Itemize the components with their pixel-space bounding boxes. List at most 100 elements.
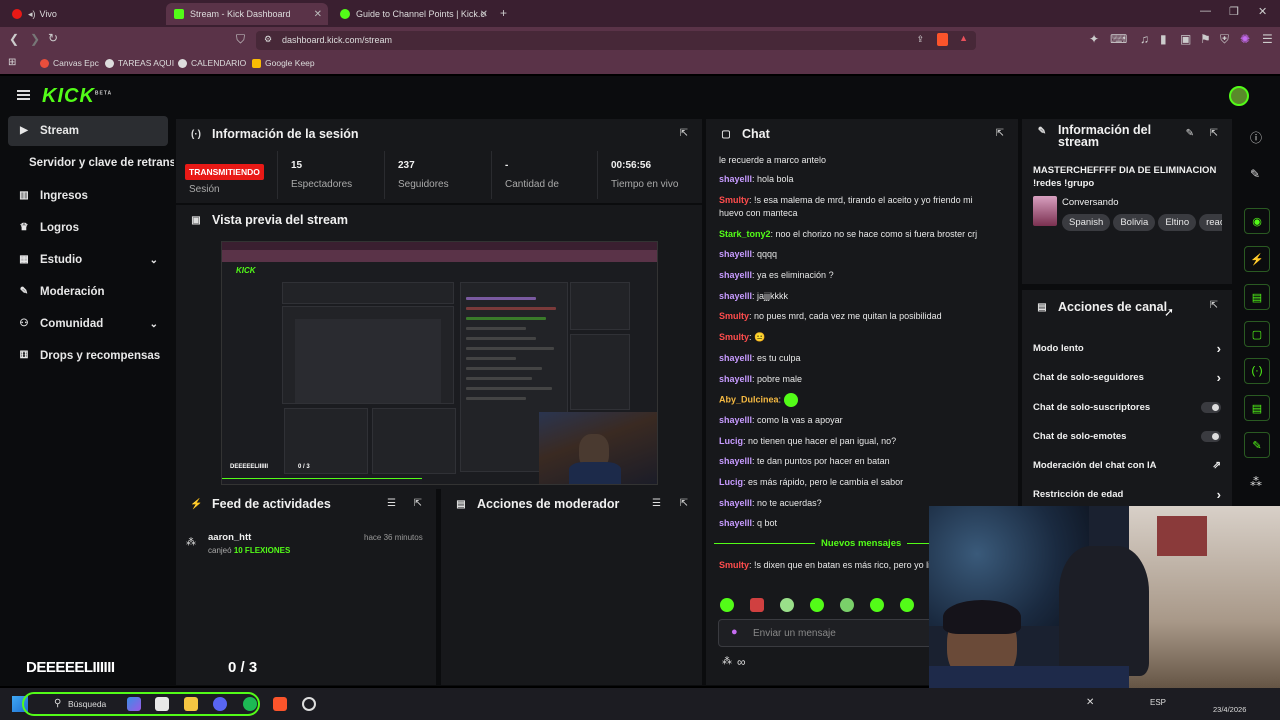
spotify-icon[interactable] [243,697,257,711]
category-thumbnail[interactable] [1033,196,1057,226]
channel-points-icon[interactable]: ∞ [737,655,746,669]
action-restriccion-edad[interactable]: Restricción de edad › [1033,487,1221,507]
rail-stream-preview-button[interactable]: ◉ [1244,208,1270,234]
copilot-icon[interactable] [127,697,141,711]
user-avatar[interactable] [1229,86,1249,106]
brave-rewards-icon[interactable]: ▲ [959,33,968,43]
rail-activity-button[interactable]: ⚡ [1244,246,1270,272]
sidebar-item-stream[interactable]: ▶ Stream [8,116,168,146]
tab-kick-dashboard[interactable]: Stream - Kick Dashboard ✕ [166,3,328,25]
chat-username[interactable]: shayelll [719,249,752,259]
sidebar-item-estudio[interactable]: ▦ Estudio ⌄ [8,245,168,275]
category-name[interactable]: Conversando [1062,197,1119,208]
emote-icon[interactable] [900,598,914,612]
obs-icon[interactable] [302,697,316,711]
tag[interactable]: reac [1199,214,1222,231]
emote-icon[interactable] [840,598,854,612]
edit-icon[interactable]: ✎ [1186,128,1194,139]
url-field[interactable]: ⚙ dashboard.kick.com/stream ⇪ ▲ [256,31,976,50]
shield-icon[interactable]: ⛨ [1220,32,1229,47]
emote-icon[interactable] [750,598,764,612]
chat-username[interactable]: Stark_tony2 [719,229,771,239]
sidebar-item-drops[interactable]: ⚅ Drops y recompensas [8,341,168,371]
chat-username[interactable]: shayelll [719,174,752,184]
close-window-icon[interactable]: ✕ [1258,5,1267,18]
pencil-icon[interactable]: ✎ [1250,167,1260,181]
reload-icon[interactable]: ↻ [48,31,58,45]
bookmark-calendario[interactable]: CALENDARIO [178,58,246,68]
maximize-icon[interactable]: ❐ [1229,5,1239,18]
chat-username[interactable]: shayelll [719,498,752,508]
bookmark-google-keep[interactable]: Google Keep [252,58,315,68]
tab-vivo[interactable]: ◂) Vivo [4,3,164,25]
share-icon[interactable]: ⇪ [916,34,924,45]
brave-shield-icon[interactable] [937,33,948,46]
sidebar-item-servidor[interactable]: Servidor y clave de retransmisión [29,157,174,169]
chat-username[interactable]: shayelll [719,415,752,425]
apps-grid-icon[interactable]: ⊞ [8,57,16,68]
close-tab-icon[interactable]: ✕ [480,9,488,20]
menu-icon[interactable]: ☰ [1262,32,1273,46]
toggle-solo-emotes[interactable] [1201,431,1221,442]
sidebar-item-moderacion[interactable]: ✎ Moderación [8,277,168,307]
rail-channel-actions-button[interactable]: ▤ [1244,395,1270,421]
chat-username[interactable]: Lucig [719,436,743,446]
music-icon[interactable]: ♫ [1140,32,1149,46]
filter-icon[interactable]: ☰ [387,498,396,509]
toggle-solo-suscriptores[interactable] [1201,402,1221,413]
vpn-icon[interactable]: ⚑ [1200,32,1211,46]
back-icon[interactable]: ❮ [9,32,19,46]
chat-username[interactable]: Lucig [719,477,743,487]
leo-ai-icon[interactable]: ✺ [1240,32,1250,46]
bookmark-tareas[interactable]: TAREAS AQUI [105,58,174,68]
kick-dots-icon[interactable]: ⁂ [1250,475,1262,489]
bookmark-icon[interactable]: ⛉ [236,32,245,47]
store-icon[interactable] [155,697,169,711]
chat-username[interactable]: shayelll [719,456,752,466]
tag[interactable]: Spanish [1062,214,1111,231]
rail-mod-actions-button[interactable]: ▤ [1244,284,1270,310]
kick-dots-icon[interactable]: ⁂ [722,656,732,667]
rail-broadcast-button[interactable]: (·) [1244,358,1270,384]
chat-username[interactable]: shayelll [719,270,752,280]
popout-icon[interactable]: ⇱ [680,498,688,509]
discord-icon[interactable] [213,697,227,711]
popout-icon[interactable]: ⇱ [414,498,422,509]
translate-icon[interactable]: ⌨ [1110,32,1127,46]
tray-icon[interactable]: ✕ [1086,697,1094,708]
new-tab-icon[interactable]: + [500,6,507,20]
wallet-icon[interactable]: ▣ [1180,32,1191,46]
info-icon[interactable]: ⓘ [1250,129,1262,146]
rail-chat-button[interactable]: ▢ [1244,321,1270,347]
emote-icon[interactable] [720,598,734,612]
popout-icon[interactable]: ⇱ [996,128,1004,139]
popout-icon[interactable]: ⇱ [1210,128,1218,139]
stream-preview-video[interactable]: KICK DEEEEELIIIIII 0 / 3 [221,241,658,485]
minimize-icon[interactable]: — [1200,5,1211,17]
popout-icon[interactable]: ⇱ [1210,300,1218,311]
emote-icon[interactable] [810,598,824,612]
hamburger-menu-icon[interactable] [17,90,30,100]
microphone-icon[interactable]: ● [731,626,738,638]
forward-icon[interactable]: ❯ [30,32,40,46]
chat-username[interactable]: Aby_Dulcinea [719,394,779,404]
brave-icon[interactable] [273,697,287,711]
sidebar-item-logros[interactable]: ♛ Logros [8,213,168,243]
sidebar-toggle-icon[interactable]: ▮ [1160,32,1167,46]
kick-logo[interactable]: KICKBETA [42,85,112,108]
chat-username[interactable]: Smulty [719,311,749,321]
popout-icon[interactable]: ⇱ [680,128,688,139]
chat-username[interactable]: shayelll [719,518,752,528]
tag[interactable]: Bolivia [1113,214,1156,231]
chat-username[interactable]: Smulty [719,332,749,342]
chat-username[interactable]: shayelll [719,374,752,384]
emote-icon[interactable] [870,598,884,612]
filter-icon[interactable]: ☰ [652,498,661,509]
tab-guide-channel-points[interactable]: Guide to Channel Points | Kick.com H ✕ [332,3,494,25]
action-solo-seguidores[interactable]: Chat de solo-seguidores › [1033,370,1221,390]
extensions-icon[interactable]: ✦ [1089,32,1099,46]
close-tab-icon[interactable]: ✕ [314,9,322,20]
action-moderacion-ia[interactable]: Moderación del chat con IA ⇗ [1033,460,1221,478]
sidebar-item-ingresos[interactable]: ▥ Ingresos [8,181,168,211]
sidebar-item-comunidad[interactable]: ⚇ Comunidad ⌄ [8,309,168,339]
